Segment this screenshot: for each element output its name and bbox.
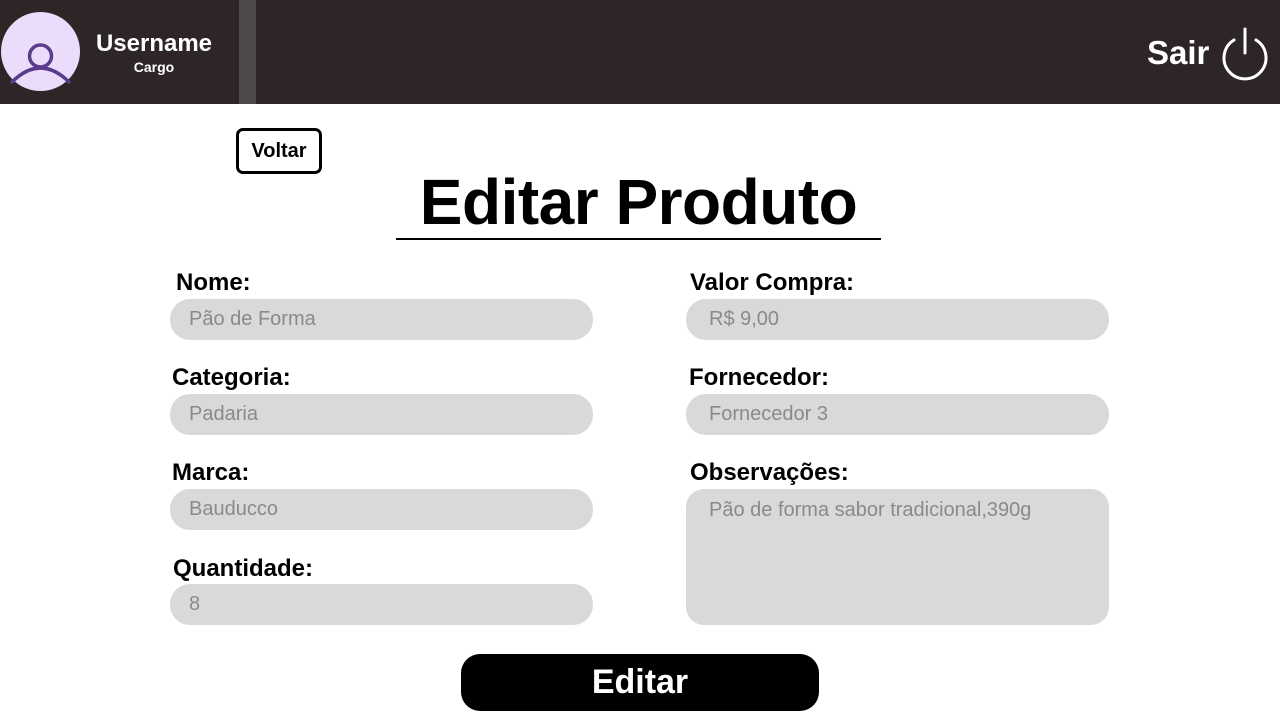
name-label: Nome: [176, 269, 251, 296]
quantity-input[interactable] [170, 584, 593, 625]
header-divider [239, 0, 256, 104]
purchase-value-input[interactable] [686, 299, 1109, 340]
power-icon [1222, 27, 1268, 81]
name-input[interactable] [170, 299, 593, 340]
category-label: Categoria: [172, 364, 291, 391]
page-title: Editar Produto [419, 166, 858, 238]
brand-input[interactable] [170, 489, 593, 530]
edit-submit-button[interactable]: Editar [461, 654, 819, 711]
supplier-input[interactable] [686, 394, 1109, 435]
title-underline [396, 238, 881, 240]
edit-product-page: Username Cargo Sair Voltar Editar Produt… [0, 0, 1280, 720]
back-button[interactable]: Voltar [236, 128, 322, 174]
user-icon [10, 43, 71, 84]
avatar[interactable] [1, 12, 80, 91]
top-bar: Username Cargo Sair [0, 0, 1280, 104]
category-input[interactable] [170, 394, 593, 435]
logout-button[interactable]: Sair [1140, 22, 1273, 84]
supplier-label: Fornecedor: [689, 364, 830, 391]
user-role: Cargo [133, 59, 175, 75]
notes-label: Observações: [690, 459, 849, 486]
username: Username [95, 30, 213, 57]
brand-label: Marca: [172, 459, 250, 486]
logout-label: Sair [1147, 34, 1210, 71]
notes-textarea[interactable]: Pão de forma sabor tradicional,390g [686, 489, 1109, 625]
purchase-value-label: Valor Compra: [690, 269, 855, 296]
quantity-label: Quantidade: [173, 555, 314, 582]
